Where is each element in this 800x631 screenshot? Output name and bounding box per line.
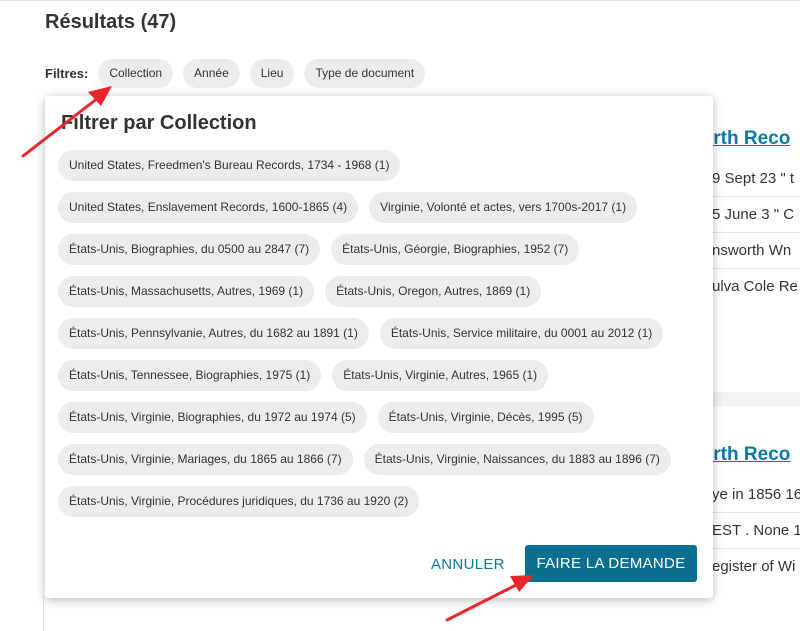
result-divider [700,196,800,197]
collection-filter-modal: Filtrer par Collection United States, Fr… [45,96,713,598]
collection-option[interactable]: États-Unis, Géorgie, Biographies, 1952 (… [331,234,580,265]
collection-options: United States, Freedmen's Bureau Records… [58,150,698,517]
collection-option[interactable]: United States, Freedmen's Bureau Records… [58,150,401,181]
collection-option[interactable]: États-Unis, Tennessee, Biographies, 1975… [58,360,322,391]
filters-label: Filtres: [45,65,89,81]
result-divider [700,548,800,549]
collection-option[interactable]: États-Unis, Massachusetts, Autres, 1969 … [58,276,315,307]
page-title: Résultats (47) [45,11,177,33]
filters-row: Filtres: Collection Année Lieu Type de d… [45,58,426,88]
submit-button[interactable]: FAIRE LA DEMANDE [525,545,697,582]
collection-option[interactable]: États-Unis, Virginie, Naissances, du 188… [363,444,671,475]
collection-option[interactable]: Virginie, Volonté et actes, vers 1700s-2… [369,192,638,223]
result-divider [700,232,800,233]
filter-chip-collection[interactable]: Collection [98,58,174,88]
background-results: irth Reco 9 Sept 23 " t 5 June 3 " C nsw… [700,100,800,631]
result-divider [700,268,800,269]
result-line: EST . None 1 [712,522,800,539]
collection-option[interactable]: États-Unis, Virginie, Autres, 1965 (1) [332,360,549,391]
filter-chip-document-type[interactable]: Type de document [304,58,426,88]
result-divider [700,512,800,513]
top-border [0,0,800,1]
result-title-link[interactable]: irth Reco [708,444,790,466]
result-title-link[interactable]: irth Reco [708,128,790,150]
collection-option[interactable]: États-Unis, Service militaire, du 0001 a… [379,318,664,349]
collection-option[interactable]: États-Unis, Oregon, Autres, 1869 (1) [325,276,542,307]
result-separator [700,392,800,406]
collection-option[interactable]: États-Unis, Pennsylvanie, Autres, du 168… [58,318,369,349]
collection-option[interactable]: États-Unis, Virginie, Décès, 1995 (5) [377,402,594,433]
result-line: egister of Wi [712,558,796,575]
collection-option[interactable]: United States, Enslavement Records, 1600… [58,192,359,223]
filter-chip-place[interactable]: Lieu [249,58,295,88]
result-line: nsworth Wn [712,242,792,259]
filter-chip-year[interactable]: Année [183,58,240,88]
result-line: 9 Sept 23 " t [712,170,795,187]
modal-title: Filtrer par Collection [61,112,257,134]
result-line: 5 June 3 " C [712,206,795,223]
collection-option[interactable]: États-Unis, Virginie, Procédures juridiq… [58,486,420,517]
results-left-rule [43,596,44,631]
cancel-button[interactable]: ANNULER [431,556,505,574]
result-line: ulva Cole Re [712,278,798,295]
collection-option[interactable]: États-Unis, Biographies, du 0500 au 2847… [58,234,321,265]
collection-option[interactable]: États-Unis, Virginie, Biographies, du 19… [58,402,367,433]
result-line: ye in 1856 16 [712,486,800,503]
collection-option[interactable]: États-Unis, Virginie, Mariages, du 1865 … [58,444,353,475]
